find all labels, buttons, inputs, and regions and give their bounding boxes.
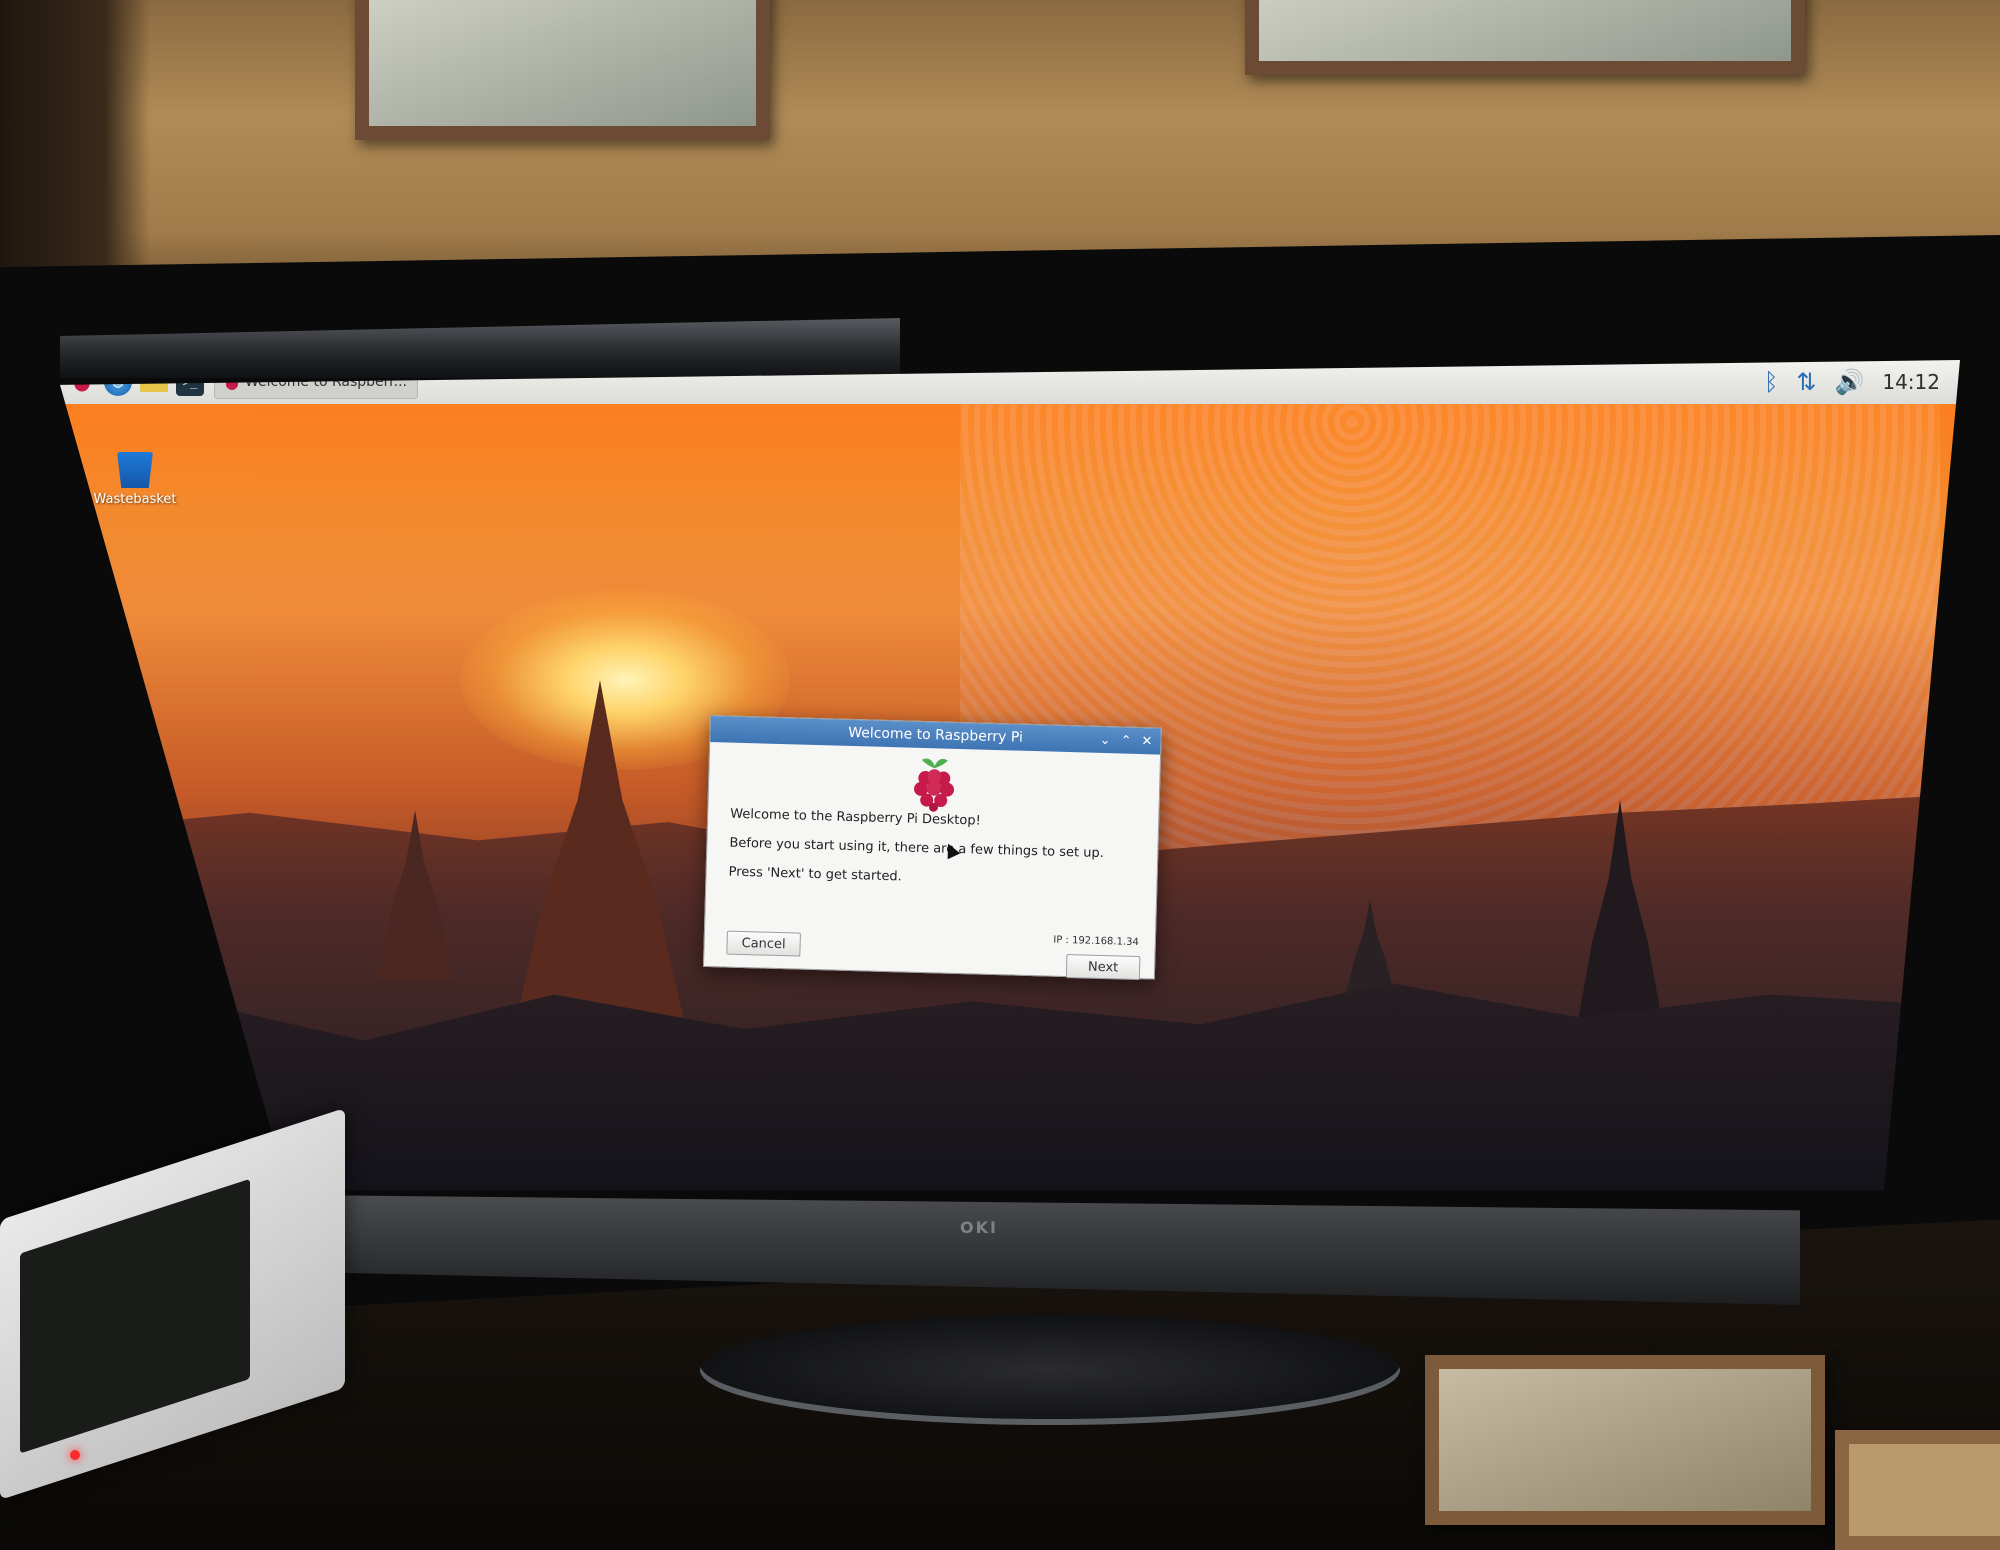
dialog-footer: Cancel IP : 192.168.1.34 Next xyxy=(704,916,1155,981)
monitor-foot xyxy=(700,1315,1400,1425)
minimize-icon[interactable]: ⌄ xyxy=(1100,732,1111,747)
status-led xyxy=(70,1450,80,1460)
window-controls: ⌄ ⌃ ✕ xyxy=(1099,727,1153,754)
picture-frame xyxy=(355,0,770,140)
dialog-title: Welcome to Raspberry Pi xyxy=(847,724,1024,746)
ip-address: IP : 192.168.1.34 xyxy=(1053,934,1139,949)
network-icon[interactable]: ⇅ xyxy=(1796,368,1816,396)
wastebasket-desktop-icon[interactable]: Wastebasket xyxy=(90,452,180,507)
next-hint: Press 'Next' to get started. xyxy=(728,864,902,885)
next-button[interactable]: Next xyxy=(1065,954,1141,981)
desktop-screen: ● ◍ >_ ● Welcome to Raspberr... ᛒ ⇅ 🔊 14… xyxy=(60,360,1960,1190)
volume-icon[interactable]: 🔊 xyxy=(1834,368,1864,396)
maximize-icon[interactable]: ⌃ xyxy=(1120,733,1131,748)
welcome-dialog: Welcome to Raspberry Pi ⌄ ⌃ ✕ Welcome to… xyxy=(702,715,1162,981)
setup-message: Before you start using it, there are a f… xyxy=(729,835,1105,862)
trash-icon xyxy=(117,452,153,488)
circuit-board xyxy=(20,1178,250,1454)
monitor-brand: OKI xyxy=(960,1218,998,1237)
wastebasket-label: Wastebasket xyxy=(93,492,177,507)
picture-frame xyxy=(1835,1430,2000,1550)
system-tray: ᛒ ⇅ 🔊 14:12 xyxy=(1764,360,1940,404)
raspberry-logo-icon xyxy=(914,758,955,812)
dialog-body: Welcome to the Raspberry Pi Desktop! Bef… xyxy=(706,806,1158,892)
picture-frame xyxy=(1245,0,1805,75)
cancel-button[interactable]: Cancel xyxy=(726,930,801,957)
close-icon[interactable]: ✕ xyxy=(1141,734,1152,749)
bluetooth-icon[interactable]: ᛒ xyxy=(1764,368,1778,396)
clock[interactable]: 14:12 xyxy=(1882,370,1940,394)
